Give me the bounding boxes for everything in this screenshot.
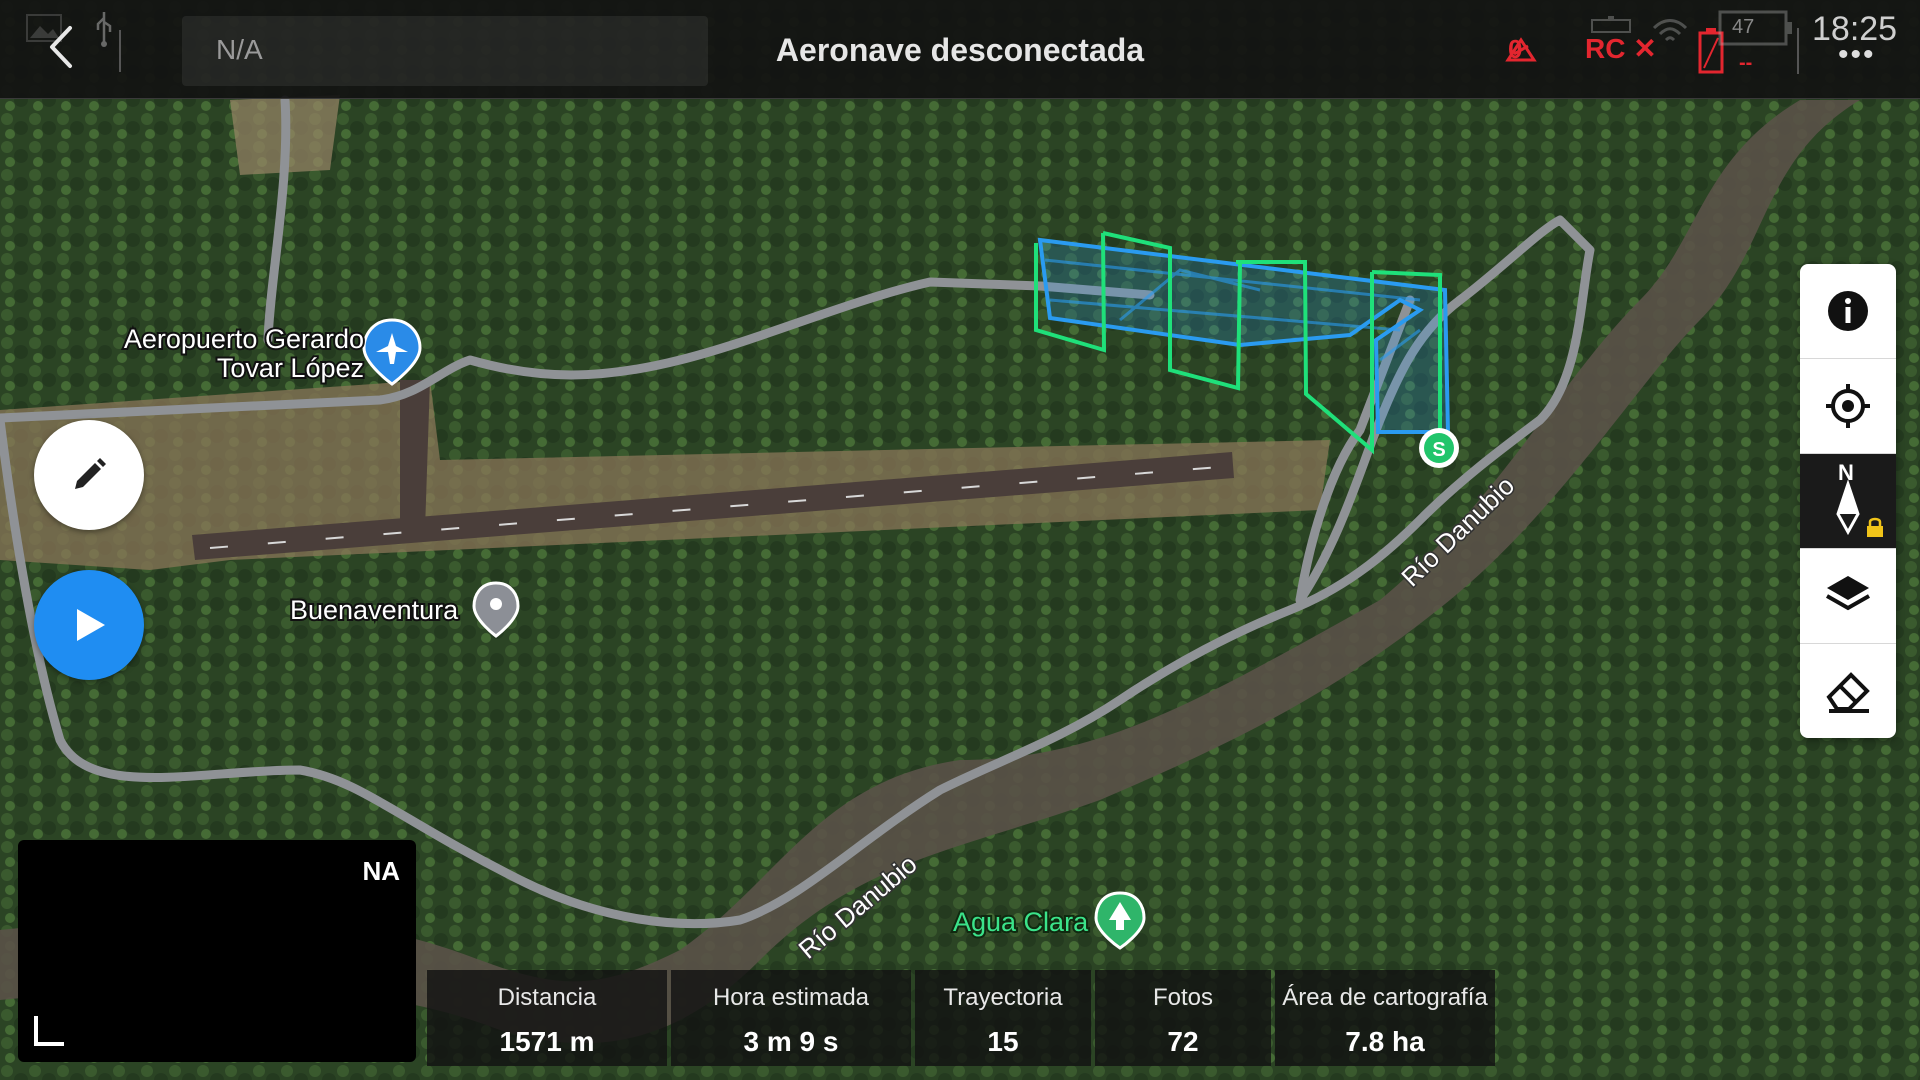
status-divider [1797,28,1799,74]
layers-icon [1826,576,1870,611]
locate-icon [1826,384,1870,428]
compass-button[interactable]: N [1800,454,1896,549]
stat-label: Área de cartografía [1282,984,1488,1011]
taxiway [400,380,430,530]
pencil-icon [75,458,106,489]
stat-mapping-area: Área de cartografía 7.8 ha [1275,970,1495,1066]
locate-button[interactable] [1800,359,1896,454]
stat-value: 72 [1167,1026,1199,1057]
stat-trajectory: Trayectoria 15 [915,970,1091,1066]
rc-status[interactable]: RC ✕ [1585,32,1657,65]
satellite-count: 0 [1508,34,1523,64]
eraser-icon [1826,672,1870,713]
info-icon [1828,291,1868,331]
expand-corner-icon[interactable] [34,1016,64,1046]
battery-percentage: 47 [1732,16,1755,38]
stat-label: Distancia [497,984,597,1011]
play-icon [77,609,105,641]
camera-status-label: NA [362,856,400,886]
top-bar: N/A Aeronave desconectada 0 RC ✕ 47 -- 1… [0,0,1920,99]
start-mission-button[interactable] [34,570,144,680]
airport-label-line2: Tovar López [217,353,364,383]
camera-preview[interactable]: NA [18,840,416,1062]
town-label: Buenaventura [290,595,459,625]
stat-distance: Distancia 1571 m [427,970,667,1066]
wifi-icon [1652,19,1688,42]
stat-estimated-time: Hora estimada 3 m 9 s [671,970,911,1066]
stat-value: 3 m 9 s [743,1026,839,1057]
stat-value: 15 [987,1026,1019,1057]
info-button[interactable] [1800,264,1896,359]
park-label: Agua Clara [953,907,1089,937]
edit-button[interactable] [34,420,144,530]
aircraft-battery-icon [1718,10,1792,46]
compass-north-label: N [1838,460,1854,485]
stat-photos: Fotos 72 [1095,970,1271,1066]
lock-icon [1867,517,1883,537]
airport-label-line1: Aeropuerto Gerardo [124,324,364,354]
map-toolbar: N [1800,264,1896,738]
layers-button[interactable] [1800,549,1896,644]
start-marker[interactable]: S [1419,428,1459,468]
clear-button[interactable] [1800,644,1896,738]
start-marker-label: S [1432,439,1445,461]
more-options-button[interactable]: ••• [1838,38,1876,72]
stat-label: Fotos [1152,984,1214,1011]
mission-stats-bar: Distancia 1571 m Hora estimada 3 m 9 s T… [427,970,1495,1066]
stat-label: Trayectoria [943,984,1063,1011]
battery-status: -- [1739,52,1753,74]
stat-label: Hora estimada [712,984,870,1011]
stat-value: 1571 m [499,1026,595,1057]
compass-icon [1836,480,1860,536]
stat-value: 7.8 ha [1345,1026,1425,1057]
